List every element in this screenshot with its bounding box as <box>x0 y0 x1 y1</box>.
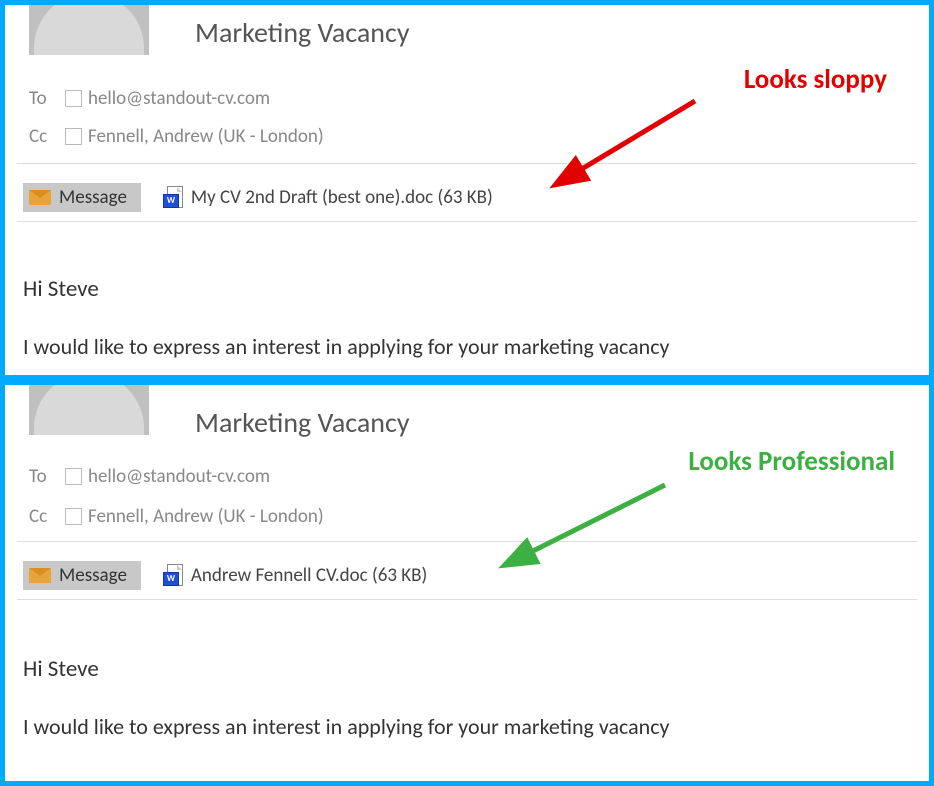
email-example-sloppy: Marketing Vacancy To hello@standout-cv.c… <box>0 0 934 380</box>
body-greeting: Hi Steve <box>23 655 911 683</box>
to-value[interactable]: hello@standout-cv.com <box>88 87 270 110</box>
arrow-icon <box>515 485 685 580</box>
cc-value[interactable]: Fennell, Andrew (UK - London) <box>88 505 324 528</box>
recipient-checkbox[interactable] <box>65 128 82 145</box>
attachment-filename[interactable]: Andrew Fennell CV.doc (63 KB) <box>191 564 427 587</box>
to-label: To <box>29 465 65 488</box>
email-body[interactable]: Hi Steve I would like to express an inte… <box>23 275 911 360</box>
body-line: I would like to express an interest in a… <box>23 713 911 740</box>
avatar <box>29 0 169 55</box>
email-body[interactable]: Hi Steve I would like to express an inte… <box>23 655 911 740</box>
message-tab-label: Message <box>59 564 127 587</box>
word-doc-icon: W <box>163 186 185 210</box>
cc-field: Cc Fennell, Andrew (UK - London) <box>29 505 324 528</box>
arrow-icon <box>565 101 715 196</box>
attachment-row: Message W My CV 2nd Draft (best one).doc… <box>23 183 493 212</box>
cc-label: Cc <box>29 125 65 148</box>
message-tab-label: Message <box>59 186 127 209</box>
to-label: To <box>29 87 65 110</box>
to-field: To hello@standout-cv.com <box>29 465 270 488</box>
email-example-professional: Marketing Vacancy To hello@standout-cv.c… <box>0 380 934 786</box>
word-doc-icon: W <box>163 564 185 588</box>
divider <box>17 163 917 164</box>
cc-value[interactable]: Fennell, Andrew (UK - London) <box>88 125 324 148</box>
body-greeting: Hi Steve <box>23 275 911 303</box>
envelope-icon <box>29 568 51 583</box>
avatar <box>29 380 169 435</box>
email-subject: Marketing Vacancy <box>195 405 410 440</box>
recipient-checkbox[interactable] <box>65 508 82 525</box>
recipient-checkbox[interactable] <box>65 468 82 485</box>
divider <box>17 221 917 222</box>
body-line: I would like to express an interest in a… <box>23 333 911 360</box>
recipient-checkbox[interactable] <box>65 90 82 107</box>
envelope-icon <box>29 190 51 205</box>
annotation-sloppy: Looks sloppy <box>744 63 887 96</box>
cc-label: Cc <box>29 505 65 528</box>
email-subject: Marketing Vacancy <box>195 15 410 50</box>
annotation-professional: Looks Professional <box>688 445 895 478</box>
attachment-filename[interactable]: My CV 2nd Draft (best one).doc (63 KB) <box>191 186 493 209</box>
message-tab[interactable]: Message <box>23 561 141 590</box>
attachment-row: Message W Andrew Fennell CV.doc (63 KB) <box>23 561 427 590</box>
to-value[interactable]: hello@standout-cv.com <box>88 465 270 488</box>
message-tab[interactable]: Message <box>23 183 141 212</box>
divider <box>17 541 917 542</box>
cc-field: Cc Fennell, Andrew (UK - London) <box>29 125 324 148</box>
to-field: To hello@standout-cv.com <box>29 87 270 110</box>
divider <box>17 599 917 600</box>
